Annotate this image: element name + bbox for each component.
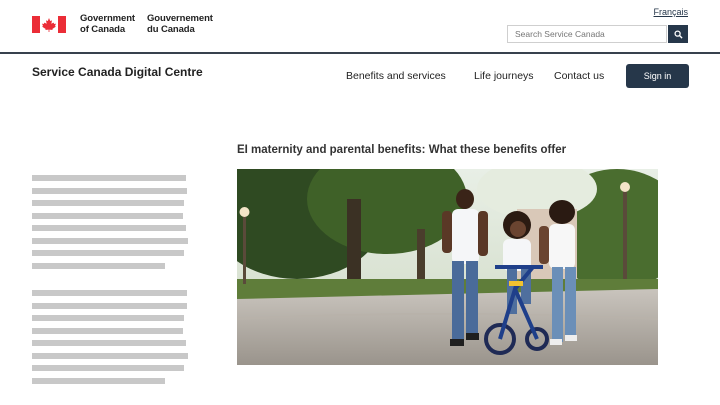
sidebar-placeholder-block-2 bbox=[32, 290, 190, 390]
placeholder-line bbox=[32, 340, 186, 346]
page-title: EI maternity and parental benefits: What… bbox=[237, 144, 567, 156]
canada-flag-icon bbox=[32, 16, 66, 33]
search-input[interactable] bbox=[507, 25, 667, 43]
language-toggle-link[interactable]: Français bbox=[653, 7, 688, 17]
sign-in-button[interactable]: Sign in bbox=[626, 64, 689, 88]
government-of-canada-wordmark-en: Government of Canada bbox=[80, 13, 135, 35]
placeholder-line bbox=[32, 262, 165, 269]
search-button[interactable] bbox=[668, 25, 688, 43]
family-bicycle-photo bbox=[237, 169, 658, 365]
nav-contact-us[interactable]: Contact us bbox=[554, 70, 604, 82]
placeholder-line bbox=[32, 290, 187, 296]
placeholder-line bbox=[32, 225, 186, 231]
placeholder-line bbox=[32, 365, 184, 371]
site-title[interactable]: Service Canada Digital Centre bbox=[32, 65, 203, 79]
placeholder-line bbox=[32, 377, 165, 384]
government-of-canada-wordmark-fr: Gouvernement du Canada bbox=[147, 13, 213, 35]
placeholder-line bbox=[32, 352, 188, 359]
placeholder-line bbox=[32, 327, 183, 334]
top-bar: Government of Canada Gouvernement du Can… bbox=[0, 0, 720, 52]
placeholder-line bbox=[32, 315, 184, 321]
placeholder-line bbox=[32, 212, 183, 219]
nav-life-journeys[interactable]: Life journeys bbox=[474, 70, 534, 82]
nav-benefits-and-services[interactable]: Benefits and services bbox=[346, 70, 446, 82]
search-icon bbox=[673, 29, 683, 39]
placeholder-line bbox=[32, 250, 184, 256]
header-divider bbox=[0, 52, 720, 54]
placeholder-line bbox=[32, 175, 186, 181]
placeholder-line bbox=[32, 200, 184, 206]
placeholder-line bbox=[32, 237, 188, 244]
placeholder-line bbox=[32, 187, 187, 194]
sidebar-placeholder-block-1 bbox=[32, 175, 190, 275]
placeholder-line bbox=[32, 302, 187, 309]
